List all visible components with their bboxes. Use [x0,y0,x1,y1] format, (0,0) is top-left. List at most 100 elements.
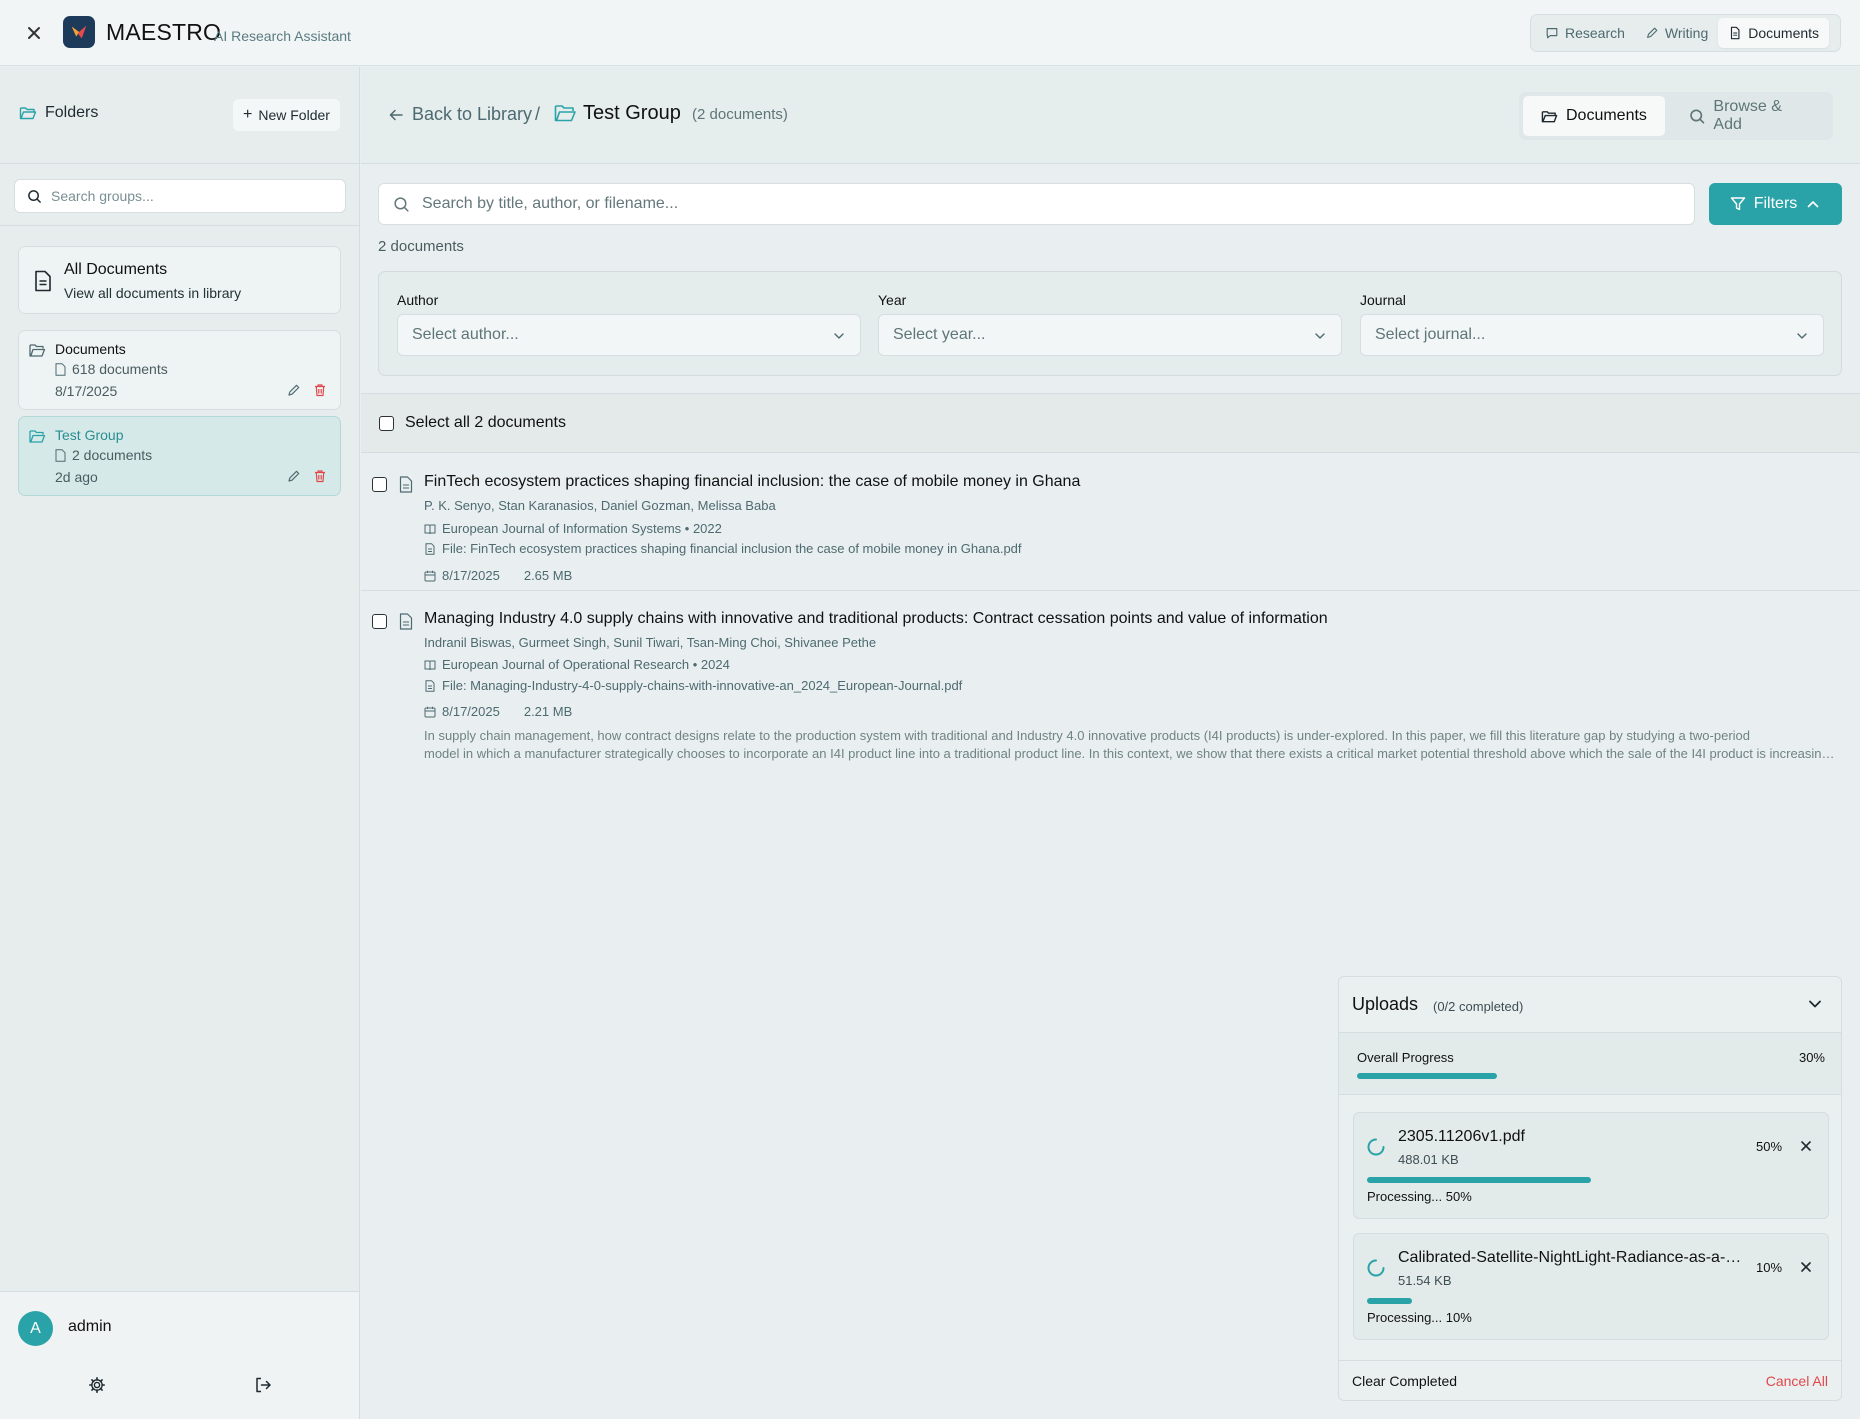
filter-panel: Author Select author... Year Select year… [378,271,1842,376]
mode-documents-label: Documents [1748,25,1820,41]
progress-fill [1367,1177,1591,1183]
abstract-line: model in which a manufacturer strategica… [424,746,1836,761]
book-icon [424,660,436,670]
result-count: 2 documents [378,238,464,255]
document-row[interactable]: FinTech ecosystem practices shaping fina… [361,454,1860,591]
journal-label: European Journal of Operational Research… [442,657,730,672]
uploads-footer: Clear Completed Cancel All [1339,1360,1841,1400]
mode-writing-label: Writing [1664,25,1709,41]
document-title[interactable]: FinTech ecosystem practices shaping fina… [424,473,1080,491]
journal-select-placeholder: Select journal... [1375,326,1486,343]
file-label: File: FinTech ecosystem practices shapin… [442,541,1022,556]
upload-filesize: 51.54 KB [1398,1273,1452,1288]
folder-icon [29,344,46,357]
year-select-placeholder: Select year... [893,326,986,343]
clear-completed-button[interactable]: Clear Completed [1352,1373,1457,1389]
app-subtitle: AI Research Assistant [214,28,351,44]
trash-icon[interactable] [313,383,327,397]
year-select[interactable]: Select year... [878,314,1342,356]
document-title[interactable]: Managing Industry 4.0 supply chains with… [424,610,1328,628]
author-filter-label: Author [397,292,439,308]
spinner-icon [1367,1138,1385,1156]
document-date-size: 8/17/2025 2.21 MB [424,704,572,719]
mode-research-label: Research [1565,25,1625,41]
tab-browse-add-label: Browse & Add [1713,98,1782,133]
edit-icon[interactable] [287,383,301,397]
document-icon [399,476,413,493]
tab-browse-add[interactable]: Browse & Add [1671,96,1829,136]
breadcrumb-separator: / [535,104,541,124]
gear-icon[interactable] [88,1376,106,1394]
folder-open-icon [1541,110,1558,122]
group-item-documents[interactable]: Documents 618 documents 8/17/2025 [18,330,341,410]
logout-icon[interactable] [254,1376,272,1394]
document-file: File: FinTech ecosystem practices shapin… [424,541,1022,556]
chevron-down-icon [1797,333,1807,339]
upload-item: Calibrated-Satellite-NightLight-Radiance… [1353,1233,1829,1340]
uploads-header[interactable]: Uploads (0/2 completed) [1339,977,1841,1033]
book-icon [424,524,436,534]
document-checkbox[interactable] [372,477,387,492]
mode-writing[interactable]: Writing [1635,18,1718,48]
overall-progress-label: Overall Progress [1357,1050,1454,1065]
document-file: File: Managing-Industry-4-0-supply-chain… [424,678,962,693]
journal-select[interactable]: Select journal... [1360,314,1824,356]
app-logo [63,16,95,48]
new-folder-button[interactable]: + New Folder [233,99,340,131]
mode-nav: Research Writing Documents [1530,14,1841,52]
group-count: 2 documents [55,447,152,463]
chevron-down-icon[interactable] [1807,996,1823,1012]
top-bar: MAESTRO AI Research Assistant Research W… [0,0,1860,66]
progress-bar [1357,1073,1825,1079]
filter-icon [1730,197,1745,211]
trash-icon[interactable] [313,469,327,483]
journal-filter-label: Journal [1360,292,1406,308]
edit-icon[interactable] [287,469,301,483]
document-checkbox[interactable] [372,614,387,629]
filters-button[interactable]: Filters [1709,183,1842,225]
divider [0,225,359,226]
close-icon[interactable] [1800,1140,1812,1152]
upload-status: Processing... 10% [1367,1310,1472,1325]
upload-status: Processing... 50% [1367,1189,1472,1204]
folder-icon [29,430,46,443]
back-to-library-link[interactable]: Back to Library [388,104,532,125]
document-icon [399,613,413,630]
mode-research[interactable]: Research [1535,18,1635,48]
document-authors: Indranil Biswas, Gurmeet Singh, Sunil Ti… [424,635,877,650]
mode-documents[interactable]: Documents [1718,18,1830,48]
close-icon[interactable] [22,21,46,45]
all-documents-item[interactable]: All Documents View all documents in libr… [18,246,341,314]
group-search-placeholder: Search groups... [51,188,154,204]
tab-documents[interactable]: Documents [1523,96,1665,136]
upload-filename: 2305.11206v1.pdf [1398,1128,1525,1145]
select-all-checkbox[interactable] [379,416,394,431]
pen-icon [1646,27,1658,38]
abstract-line: In supply chain management, how contract… [424,728,1750,743]
author-select-placeholder: Select author... [412,326,519,343]
document-date: 8/17/2025 [442,704,500,719]
cancel-all-button[interactable]: Cancel All [1766,1373,1828,1389]
arrow-left-icon [389,109,403,120]
document-count-badge: (2 documents) [692,106,788,123]
view-tabs: Documents Browse & Add [1519,92,1833,140]
group-item-test-group[interactable]: Test Group 2 documents 2d ago [18,416,341,496]
avatar[interactable]: A [18,1311,53,1346]
close-icon[interactable] [1800,1261,1812,1273]
document-row[interactable]: Managing Industry 4.0 supply chains with… [361,591,1860,766]
group-name: Documents [55,341,126,357]
main-header: Back to Library / Test Group (2 document… [361,67,1860,164]
search-icon [1690,108,1705,124]
search-icon [394,196,409,212]
uploads-panel: Uploads (0/2 completed) Overall Progress… [1338,976,1842,1401]
document-size: 2.65 MB [523,568,573,583]
group-search-input[interactable]: Search groups... [14,179,346,213]
progress-fill [1367,1298,1412,1304]
sidebar: Folders + New Folder Search groups... Al… [0,67,360,1419]
document-journal: European Journal of Information Systems … [424,521,722,536]
document-icon [55,362,66,376]
document-icon [55,448,66,462]
document-search-input[interactable]: Search by title, author, or filename... [378,183,1695,225]
chevron-up-icon [1807,201,1819,208]
author-select[interactable]: Select author... [397,314,861,356]
